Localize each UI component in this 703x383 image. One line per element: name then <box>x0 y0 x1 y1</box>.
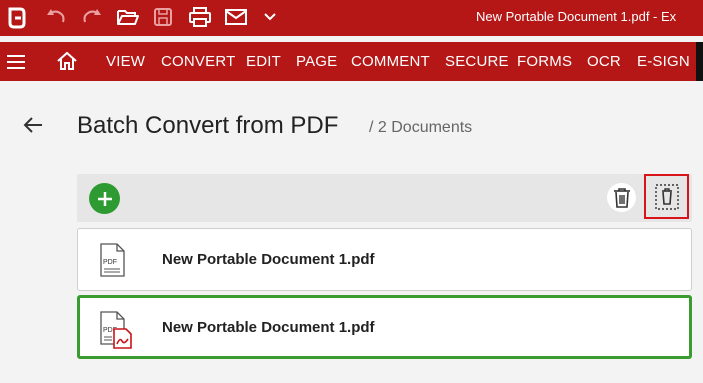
pdf-signed-file-icon: PDF <box>98 311 134 354</box>
home-icon[interactable] <box>56 51 78 76</box>
pdf-file-icon: PDF <box>98 243 126 282</box>
back-arrow-icon[interactable] <box>22 115 44 140</box>
chevron-down-icon[interactable] <box>260 6 280 28</box>
document-row-selected[interactable]: PDF New Portable Document 1.pdf <box>77 295 692 359</box>
select-all-icon <box>654 183 679 210</box>
menu-bar: VIEW CONVERT EDIT PAGE COMMENT SECURE FO… <box>0 42 703 81</box>
hamburger-menu-icon[interactable] <box>6 53 26 76</box>
document-name: New Portable Document 1.pdf <box>162 319 375 336</box>
document-row[interactable]: PDF New Portable Document 1.pdf <box>77 228 692 291</box>
add-document-button[interactable] <box>89 183 120 214</box>
menu-forms[interactable]: FORMS <box>517 53 572 70</box>
menu-secure[interactable]: SECURE <box>445 53 509 70</box>
menu-edit[interactable]: EDIT <box>246 53 281 70</box>
menu-ocr[interactable]: OCR <box>587 53 621 70</box>
open-folder-icon[interactable] <box>116 6 140 28</box>
document-count: / 2 Documents <box>369 119 473 136</box>
select-all-button[interactable] <box>644 174 689 219</box>
undo-icon[interactable] <box>44 6 68 28</box>
redo-icon[interactable] <box>80 6 104 28</box>
menu-e-sign[interactable]: E-SIGN <box>637 53 690 70</box>
menu-active-indicator <box>696 42 703 81</box>
pdf-icon-label: PDF <box>103 259 117 266</box>
page-title: Batch Convert from PDF <box>77 112 339 139</box>
menu-comment[interactable]: COMMENT <box>351 53 430 70</box>
window-title: New Portable Document 1.pdf - Ex <box>476 9 677 24</box>
document-name: New Portable Document 1.pdf <box>162 251 375 268</box>
email-icon[interactable] <box>224 6 248 28</box>
trash-icon <box>613 187 630 208</box>
title-bar: New Portable Document 1.pdf - Ex <box>0 0 703 36</box>
plus-icon <box>97 191 112 206</box>
menu-page[interactable]: PAGE <box>296 53 337 70</box>
save-icon[interactable] <box>152 6 174 28</box>
menu-view[interactable]: VIEW <box>106 53 145 70</box>
print-icon[interactable] <box>188 6 212 28</box>
documents-toolbar <box>77 174 692 222</box>
app-logo-icon[interactable] <box>6 6 28 30</box>
menu-convert[interactable]: CONVERT <box>161 53 235 70</box>
delete-button[interactable] <box>607 183 636 212</box>
